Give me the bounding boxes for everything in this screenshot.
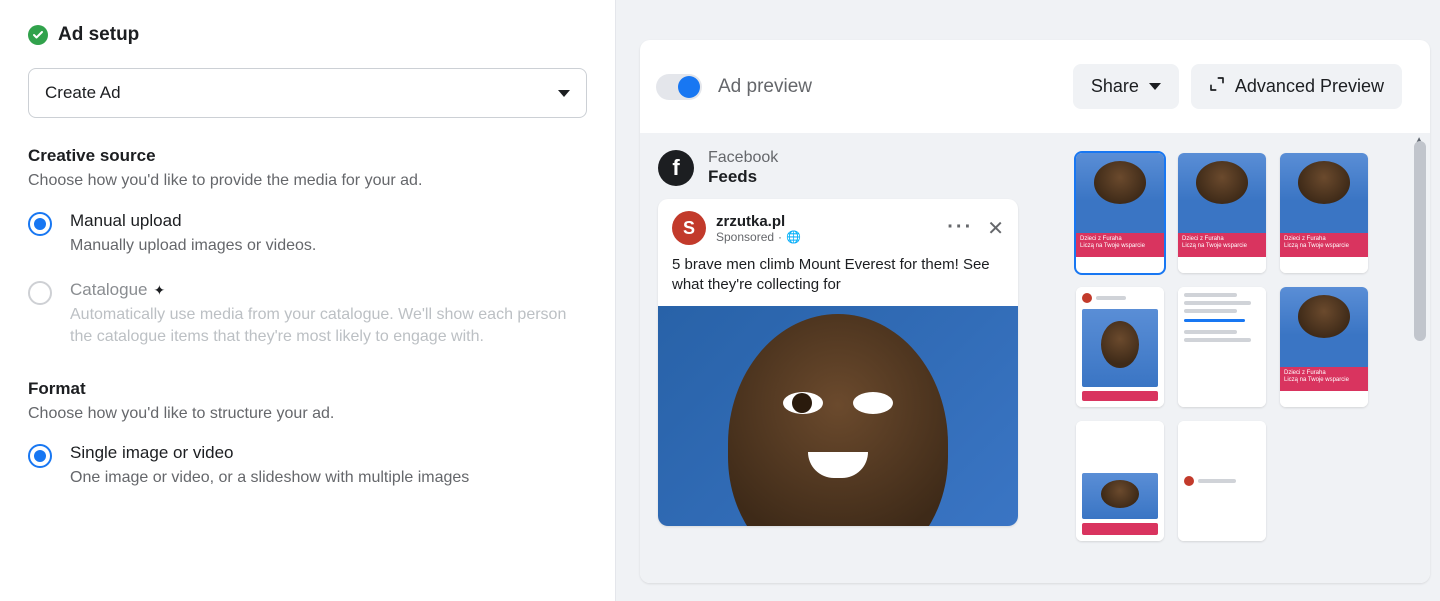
preview-placement: Feeds — [708, 167, 778, 187]
chevron-down-icon — [1149, 83, 1161, 90]
page-avatar: S — [672, 211, 706, 245]
preview-platform: Facebook — [708, 149, 778, 167]
radio-catalogue[interactable]: Catalogue ✦ Automatically use media from… — [28, 279, 587, 349]
post-preview: S zrzutka.pl Sponsored · 🌐 ··· ✕ — [658, 199, 1018, 526]
post-text: 5 brave men climb Mount Everest for them… — [658, 251, 1018, 306]
placement-thumb[interactable] — [1178, 287, 1266, 407]
sparkle-icon: ✦ — [154, 281, 166, 300]
placement-thumb[interactable] — [1076, 421, 1164, 541]
expand-icon — [1209, 76, 1225, 97]
creative-source-desc: Choose how you'd like to provide the med… — [28, 170, 587, 192]
chevron-down-icon — [558, 90, 570, 97]
share-button[interactable]: Share — [1073, 64, 1179, 109]
radio-label: Manual upload — [70, 210, 316, 233]
placement-thumb[interactable]: Dzieci z FurahaLiczą na Twoje wsparcie — [1178, 153, 1266, 273]
ad-setup-panel: Ad setup Create Ad Creative source Choos… — [0, 0, 616, 601]
placement-thumb[interactable]: Dzieci z FurahaLiczą na Twoje wsparcie — [1280, 153, 1368, 273]
facebook-icon: f — [658, 150, 694, 186]
format-title: Format — [28, 379, 587, 399]
radio-manual-upload[interactable]: Manual upload Manually upload images or … — [28, 210, 587, 257]
ad-preview-panel: Ad preview Share Advanced Preview — [640, 0, 1440, 601]
radio-hint: Automatically use media from your catalo… — [70, 304, 587, 349]
radio-hint: One image or video, or a slideshow with … — [70, 467, 469, 489]
placement-thumb[interactable]: Dzieci z FurahaLiczą na Twoje wsparcie — [1280, 287, 1368, 407]
sponsored-label: Sponsored · 🌐 — [716, 230, 937, 244]
scroll-thumb[interactable] — [1414, 141, 1426, 341]
create-ad-select[interactable]: Create Ad — [28, 68, 587, 118]
scrollbar[interactable]: ▲ — [1414, 137, 1428, 579]
placement-thumb[interactable] — [1076, 287, 1164, 407]
placement-thumb[interactable]: Dzieci z FurahaLiczą na Twoje wsparcie — [1076, 153, 1164, 273]
advanced-preview-button[interactable]: Advanced Preview — [1191, 64, 1402, 109]
page-name: zrzutka.pl — [716, 213, 937, 230]
radio-hint: Manually upload images or videos. — [70, 235, 316, 257]
radio-indicator-selected — [28, 212, 52, 236]
check-icon — [28, 25, 48, 45]
radio-indicator-unselected — [28, 281, 52, 305]
creative-source-title: Creative source — [28, 146, 587, 166]
create-ad-select-value: Create Ad — [45, 83, 121, 103]
post-image — [658, 306, 1018, 526]
panel-title: Ad setup — [58, 24, 139, 46]
preview-title: Ad preview — [718, 76, 812, 98]
radio-label: Catalogue ✦ — [70, 279, 587, 302]
close-icon[interactable]: ✕ — [987, 216, 1004, 241]
more-icon[interactable]: ··· — [947, 216, 973, 241]
radio-label: Single image or video — [70, 442, 469, 465]
globe-icon: 🌐 — [786, 230, 801, 244]
preview-toggle[interactable] — [656, 74, 702, 100]
placement-thumb[interactable] — [1178, 421, 1266, 541]
placement-thumbnails: Dzieci z FurahaLiczą na Twoje wsparcie D… — [1076, 149, 1430, 583]
radio-indicator-selected — [28, 444, 52, 468]
format-desc: Choose how you'd like to structure your … — [28, 403, 587, 425]
radio-single-image[interactable]: Single image or video One image or video… — [28, 442, 587, 489]
